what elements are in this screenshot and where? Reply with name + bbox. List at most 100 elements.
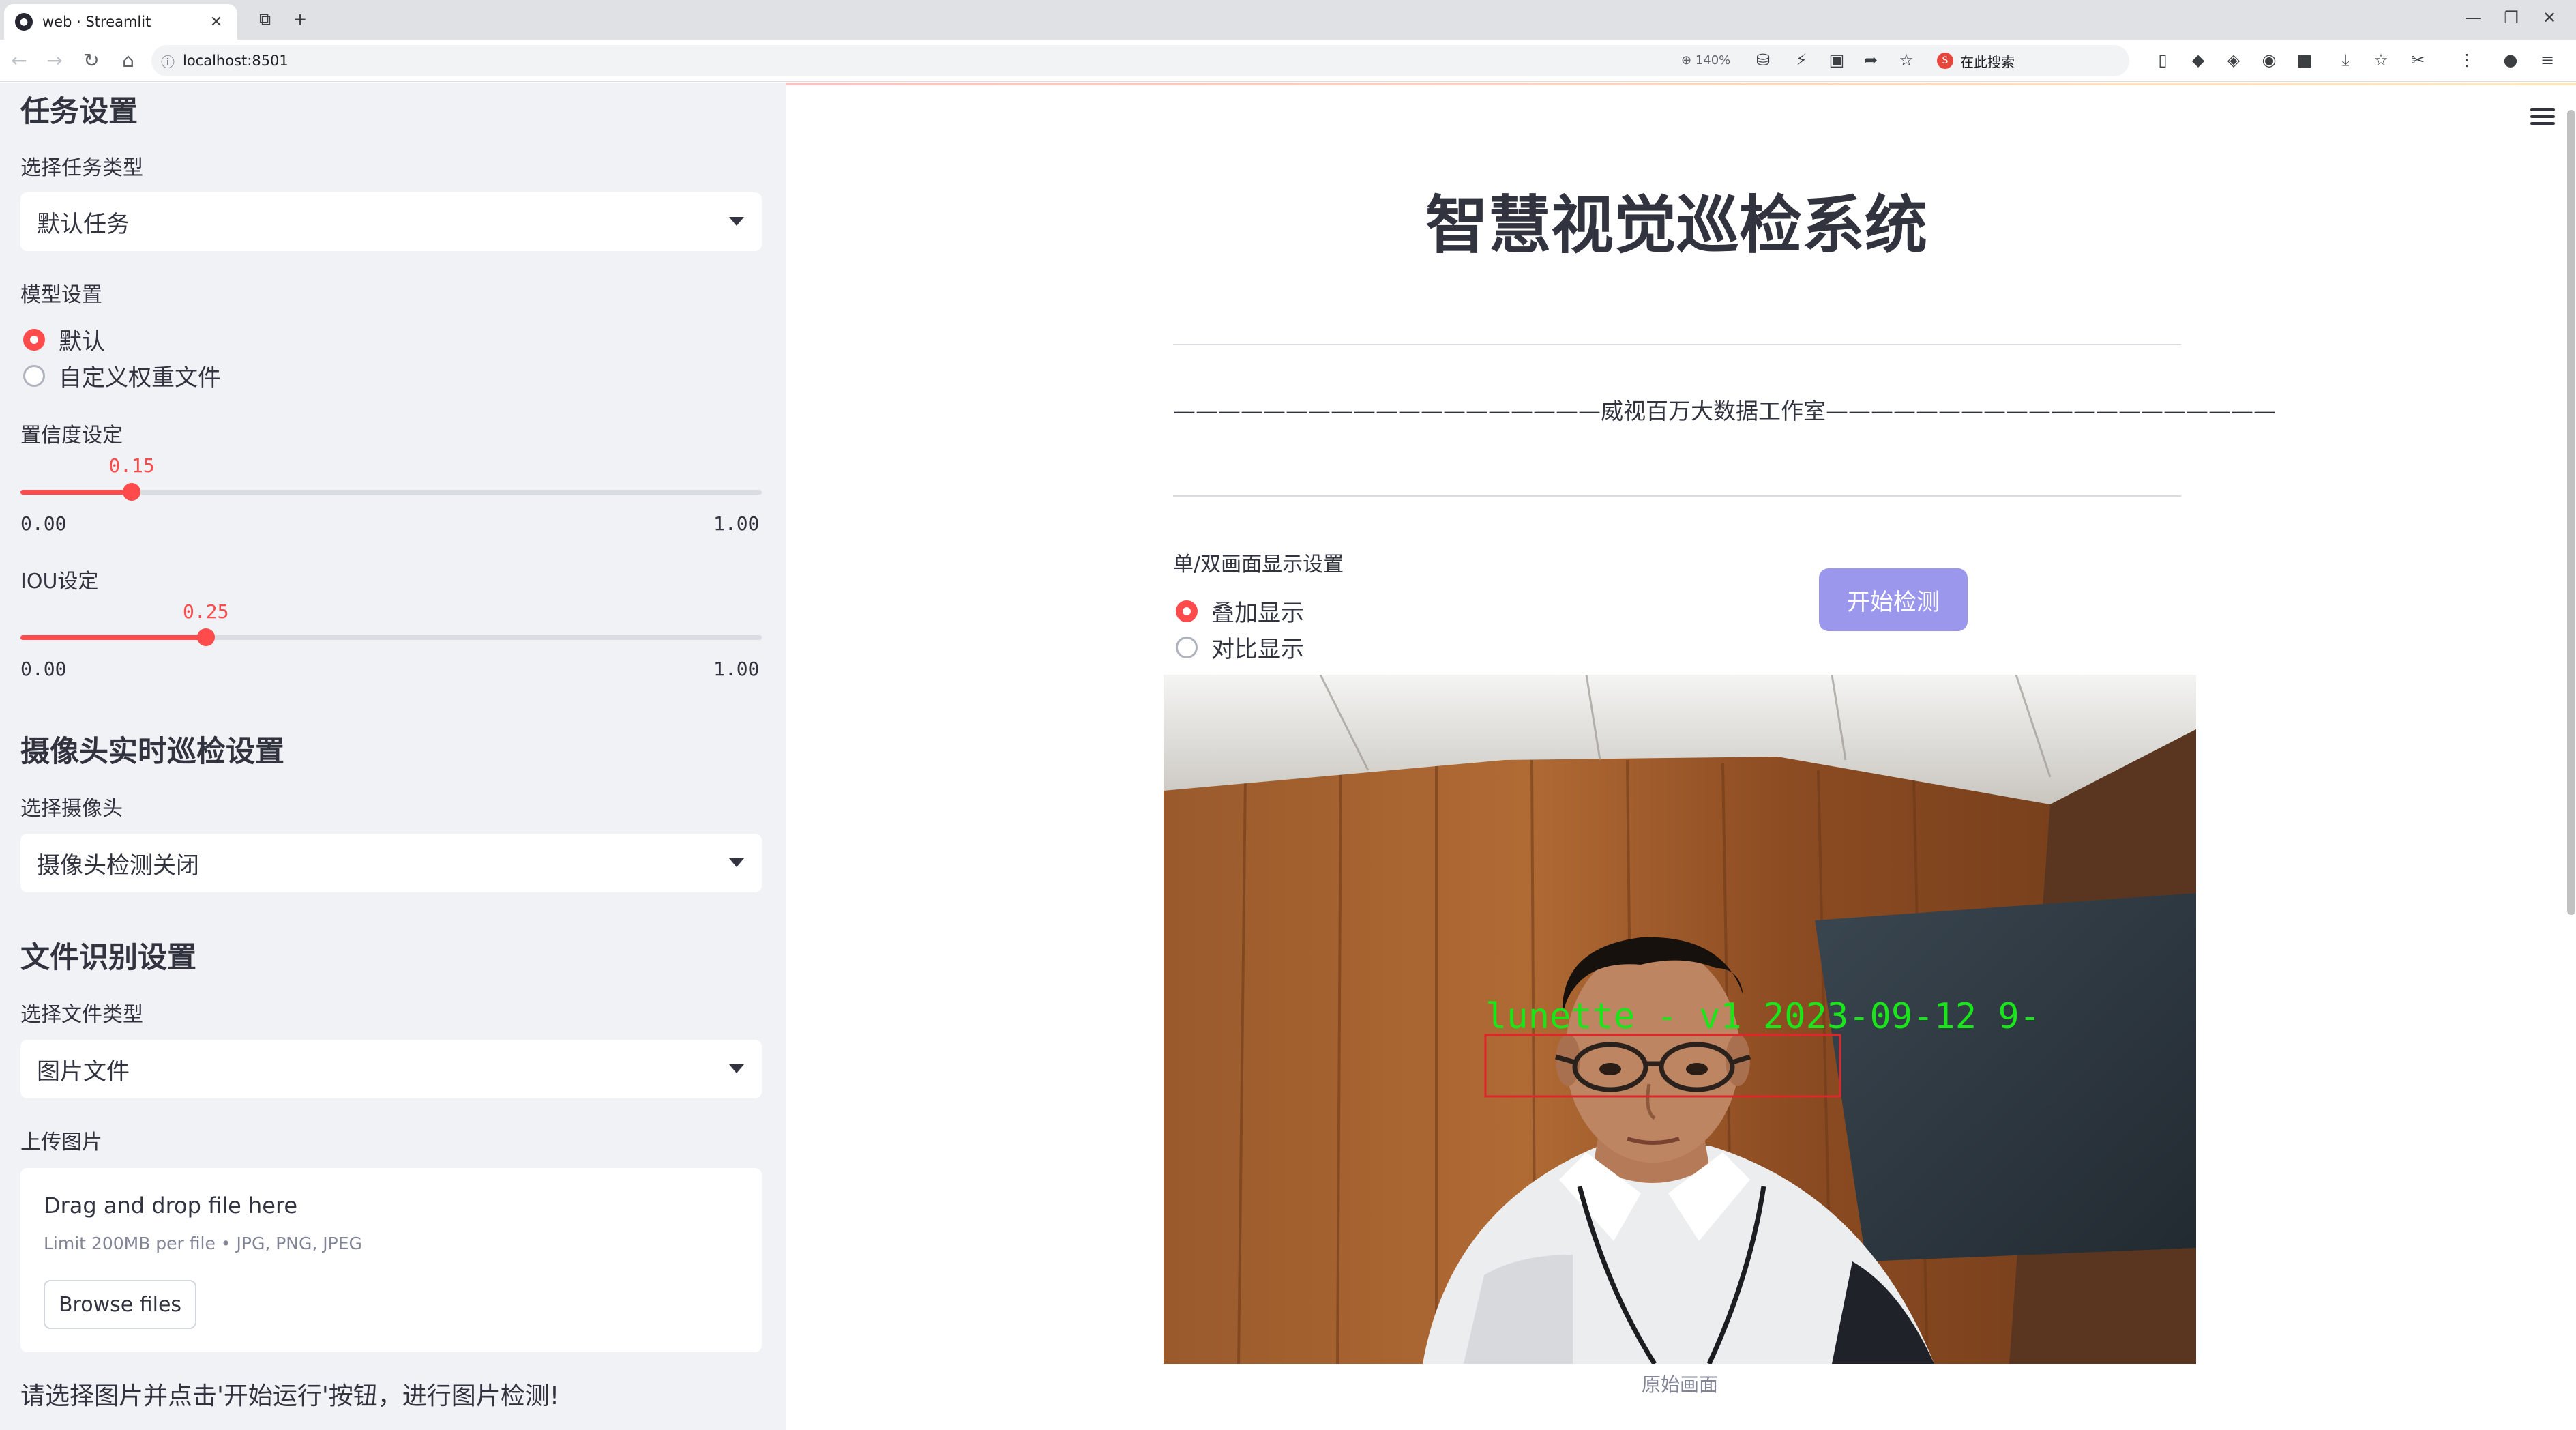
extension-d-icon[interactable]: ■ <box>2293 50 2316 70</box>
zoom-indicator[interactable]: ⊕ 140% <box>1681 53 1730 68</box>
slider-fill <box>20 490 132 495</box>
radio-selected-icon <box>1176 600 1198 622</box>
main-content: 智慧视觉巡检系统 ———————————————————威视百万大数据工作室——… <box>786 83 2576 1430</box>
task-type-label: 选择任务类型 <box>20 156 143 180</box>
camera-settings-heading: 摄像头实时巡检设置 <box>20 735 284 769</box>
extension-c-icon[interactable]: ◉ <box>2257 50 2281 70</box>
camera-label: 选择摄像头 <box>20 797 123 821</box>
cut-icon[interactable]: ✂ <box>2406 50 2429 70</box>
site-info-icon[interactable]: ⓘ <box>161 51 175 71</box>
radio-compare-display[interactable]: 对比显示 <box>1176 630 1304 664</box>
radio-selected-icon <box>23 328 45 351</box>
sidebar-note: 请选择图片并点击'开始运行'按钮，进行图片检测! <box>20 1382 560 1410</box>
browse-files-button[interactable]: Browse files <box>44 1280 196 1329</box>
confidence-min: 0.00 <box>20 512 67 535</box>
phone-icon[interactable]: ▯ <box>2151 50 2174 70</box>
screenshot-icon[interactable]: ▣ <box>1825 50 1848 70</box>
camera-value: 摄像头检测关闭 <box>37 851 199 879</box>
confidence-max: 1.00 <box>713 512 760 535</box>
browser-search-box[interactable]: S 在此搜索 <box>1937 48 2142 74</box>
credit-line: ———————————————————威视百万大数据工作室———————————… <box>1173 398 2276 424</box>
chevron-down-icon <box>729 217 744 226</box>
slider-thumb[interactable] <box>123 483 141 501</box>
radio-overlay-display[interactable]: 叠加显示 <box>1176 594 1304 628</box>
favorites-icon[interactable]: ☆ <box>2369 50 2393 70</box>
webcam-scene: lunette - v1 2023-09-12 9- <box>1164 675 2196 1364</box>
lightning-icon[interactable]: ⚡ <box>1790 50 1813 70</box>
share-icon[interactable]: ➦ <box>1859 50 1882 70</box>
zoom-level: 140% <box>1695 53 1731 68</box>
minimize-icon[interactable]: — <box>2459 8 2487 27</box>
radio-label: 对比显示 <box>1211 636 1304 663</box>
extension-a-icon[interactable]: ◆ <box>2187 50 2210 70</box>
dropzone-title: Drag and drop file here <box>44 1193 298 1219</box>
iou-min: 0.00 <box>20 658 67 680</box>
model-settings-label: 模型设置 <box>20 283 102 307</box>
radio-label: 默认 <box>59 328 105 355</box>
confidence-slider[interactable] <box>20 483 762 501</box>
task-type-value: 默认任务 <box>37 210 130 238</box>
iou-label: IOU设定 <box>20 570 99 594</box>
profile-avatar-icon[interactable]: ● <box>2499 50 2522 70</box>
close-window-icon[interactable]: ✕ <box>2536 8 2563 27</box>
dropzone-limit: Limit 200MB per file • JPG, PNG, JPEG <box>44 1234 362 1253</box>
file-type-label: 选择文件类型 <box>20 1003 143 1027</box>
image-caption: 原始画面 <box>1641 1373 1718 1396</box>
home-icon[interactable]: ⌂ <box>115 49 142 72</box>
file-settings-heading: 文件识别设置 <box>20 941 196 975</box>
camera-frame-image: lunette - v1 2023-09-12 9- <box>1164 675 2196 1364</box>
hamburger-menu-icon[interactable] <box>2530 108 2555 129</box>
tab-search-icon[interactable]: ⧉ <box>259 10 271 29</box>
chevron-down-icon <box>729 1064 744 1073</box>
start-detection-button[interactable]: 开始检测 <box>1819 568 1968 631</box>
translate-icon[interactable]: ⛁ <box>1751 50 1775 70</box>
radio-unselected-icon <box>1176 636 1198 658</box>
scrollbar[interactable] <box>2567 110 2575 915</box>
slider-thumb[interactable] <box>196 628 215 646</box>
camera-select[interactable]: 摄像头检测关闭 <box>20 834 762 892</box>
chevron-down-icon <box>729 858 744 867</box>
divider <box>1173 495 2181 497</box>
download-icon[interactable]: ⤓ <box>2334 50 2357 70</box>
radio-unselected-icon <box>23 364 45 387</box>
forward-icon[interactable]: → <box>41 49 68 72</box>
radio-model-default[interactable]: 默认 <box>23 323 105 356</box>
display-mode-label: 单/双画面显示设置 <box>1173 553 1344 577</box>
sidebar: 任务设置 选择任务类型 默认任务 模型设置 默认 自定义权重文件 置信度设定 0… <box>0 83 786 1430</box>
bookmark-star-icon[interactable]: ☆ <box>1895 50 1918 70</box>
address-bar: ← → ↻ ⌂ ⓘ localhost:8501 ⊕ 140% ⛁ ⚡ ▣ ➦ … <box>0 40 2576 82</box>
more-menu-icon[interactable]: ⋮ <box>2455 50 2478 70</box>
browser-tab[interactable]: ● web · Streamlit ✕ <box>4 4 237 40</box>
back-icon[interactable]: ← <box>5 49 33 72</box>
header-decoration <box>786 83 2576 85</box>
reload-icon[interactable]: ↻ <box>78 49 105 72</box>
close-tab-icon[interactable]: ✕ <box>206 14 226 31</box>
search-placeholder: 在此搜索 <box>1960 53 2015 70</box>
confidence-label: 置信度设定 <box>20 424 123 448</box>
iou-value: 0.25 <box>183 600 229 623</box>
browser-menu-icon[interactable]: ≡ <box>2536 50 2559 70</box>
radio-label: 自定义权重文件 <box>59 364 221 392</box>
url-text: localhost:8501 <box>183 53 288 69</box>
restore-icon[interactable]: ❐ <box>2498 8 2525 27</box>
radio-label: 叠加显示 <box>1211 600 1304 627</box>
new-tab-icon[interactable]: + <box>293 10 307 29</box>
confidence-value: 0.15 <box>108 454 155 477</box>
detection-label: lunette - v1 2023-09-12 9- <box>1485 996 2041 1037</box>
extension-b-icon[interactable]: ◈ <box>2222 50 2245 70</box>
radio-model-custom[interactable]: 自定义权重文件 <box>23 359 221 392</box>
task-settings-heading: 任务设置 <box>20 95 138 129</box>
search-engine-icon: S <box>1937 53 1953 69</box>
page-title: 智慧视觉巡检系统 <box>1425 189 1927 262</box>
file-dropzone[interactable]: Drag and drop file here Limit 200MB per … <box>20 1168 762 1352</box>
iou-slider[interactable] <box>20 628 762 646</box>
streamlit-favicon-icon: ● <box>15 13 33 31</box>
upload-label: 上传图片 <box>20 1130 102 1154</box>
iou-max: 1.00 <box>713 658 760 680</box>
browser-tab-bar: ● web · Streamlit ✕ ⧉ + — ❐ ✕ <box>0 0 2576 40</box>
divider <box>1173 344 2181 345</box>
file-type-select[interactable]: 图片文件 <box>20 1040 762 1098</box>
task-type-select[interactable]: 默认任务 <box>20 192 762 251</box>
zoom-icon: ⊕ <box>1681 53 1692 68</box>
tab-title: web · Streamlit <box>42 14 151 30</box>
